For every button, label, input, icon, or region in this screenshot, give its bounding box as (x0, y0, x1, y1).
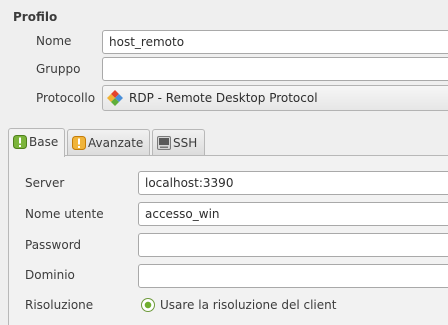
domain-field[interactable] (138, 264, 448, 288)
remote-profile-editor: Profilo Nome host_remoto Gruppo Protocol… (0, 0, 448, 325)
group-field[interactable] (102, 57, 448, 81)
username-label: Nome utente (25, 207, 104, 221)
name-field[interactable]: host_remoto (102, 30, 448, 54)
base-info-icon (13, 135, 27, 149)
server-label: Server (25, 176, 65, 190)
server-field[interactable]: localhost:3390 (138, 171, 448, 195)
name-label: Nome (36, 34, 72, 48)
password-field[interactable] (138, 233, 448, 257)
protocol-label: Protocollo (36, 91, 96, 105)
password-label: Password (25, 238, 82, 252)
resolution-client-radio[interactable] (141, 298, 155, 312)
tab-ssh[interactable]: SSH (152, 129, 205, 155)
username-field[interactable]: accesso_win (138, 202, 448, 226)
resolution-client-option-label[interactable]: Usare la risoluzione del client (160, 298, 336, 312)
tab-advanced[interactable]: Avanzate (67, 129, 150, 155)
profile-section-title: Profilo (13, 10, 58, 24)
resolution-label: Risoluzione (25, 298, 94, 312)
protocol-combo[interactable]: RDP - Remote Desktop Protocol (102, 85, 448, 111)
tab-base[interactable]: Base (8, 128, 65, 157)
rdp-protocol-icon (107, 90, 123, 106)
tab-base-label: Base (29, 135, 59, 149)
group-label: Gruppo (36, 62, 81, 76)
tab-ssh-label: SSH (173, 136, 198, 150)
protocol-value: RDP - Remote Desktop Protocol (129, 91, 318, 105)
ssh-terminal-icon (157, 136, 171, 150)
tab-advanced-label: Avanzate (88, 136, 144, 150)
domain-label: Dominio (25, 268, 75, 282)
warning-icon (72, 136, 86, 150)
